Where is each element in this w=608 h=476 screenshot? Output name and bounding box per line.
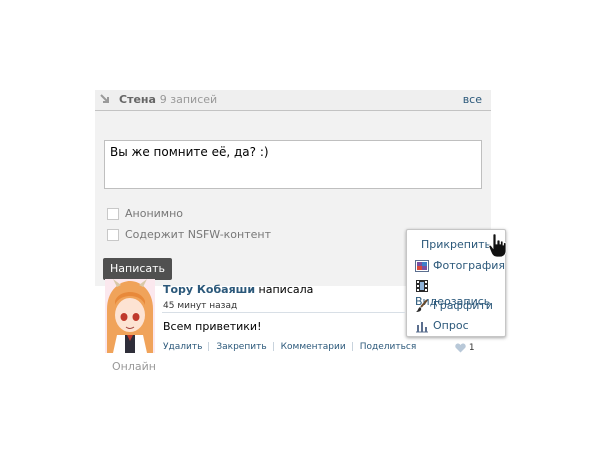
wall-title-text: Стена [119,93,156,106]
attach-poll-item[interactable]: Опрос [415,318,469,334]
post-divider [162,312,405,313]
post-timestamp[interactable]: 45 минут назад [163,299,483,313]
wall-title: Стена 9 записей [119,90,217,110]
action-separator [351,342,353,351]
post-actions: Удалить Закрепить Комментарии Поделиться [163,342,416,352]
nsfw-checkbox[interactable]: Содержит NSFW-контент [107,228,271,242]
anonymous-checkbox[interactable]: Анонимно [107,207,183,221]
wall-post-count: 9 записей [159,93,218,106]
hand-cursor-icon [488,233,507,258]
avatar[interactable] [105,279,155,353]
delete-action[interactable]: Удалить [163,342,202,352]
online-status: Онлайн [112,360,156,373]
poll-icon [416,322,428,333]
anonymous-checkbox-box[interactable] [107,208,119,220]
heart-icon [455,343,466,353]
post-textarea[interactable]: Вы же помните её, да? :) [104,140,482,189]
like-button[interactable]: 1 [455,343,475,354]
wall-header: Стена 9 записей все [95,90,491,111]
attach-menu-header[interactable]: Прикрепить [421,238,491,251]
like-count: 1 [468,343,475,353]
post-verb: написала [258,283,314,296]
post-author-link[interactable]: Тору Кобаяши [163,283,255,296]
post-body: Тору Кобаяши написала 45 минут назад [163,282,483,313]
attach-poll-label: Опрос [433,319,469,332]
post-text: Всем приветики! [163,320,262,333]
action-separator [208,342,210,351]
comments-action[interactable]: Комментарии [281,342,346,352]
action-separator [272,342,274,351]
collapse-arrow-icon[interactable] [100,94,111,105]
submit-button[interactable]: Написать [103,258,173,280]
pin-action[interactable]: Закрепить [216,342,266,352]
wall-all-link[interactable]: все [463,90,482,110]
share-action[interactable]: Поделиться [360,342,417,352]
nsfw-label: Содержит NSFW-контент [125,228,272,241]
photo-icon [415,260,429,272]
post-author-line: Тору Кобаяши написала [163,282,483,298]
nsfw-checkbox-box[interactable] [107,229,119,241]
anonymous-label: Анонимно [125,207,184,220]
